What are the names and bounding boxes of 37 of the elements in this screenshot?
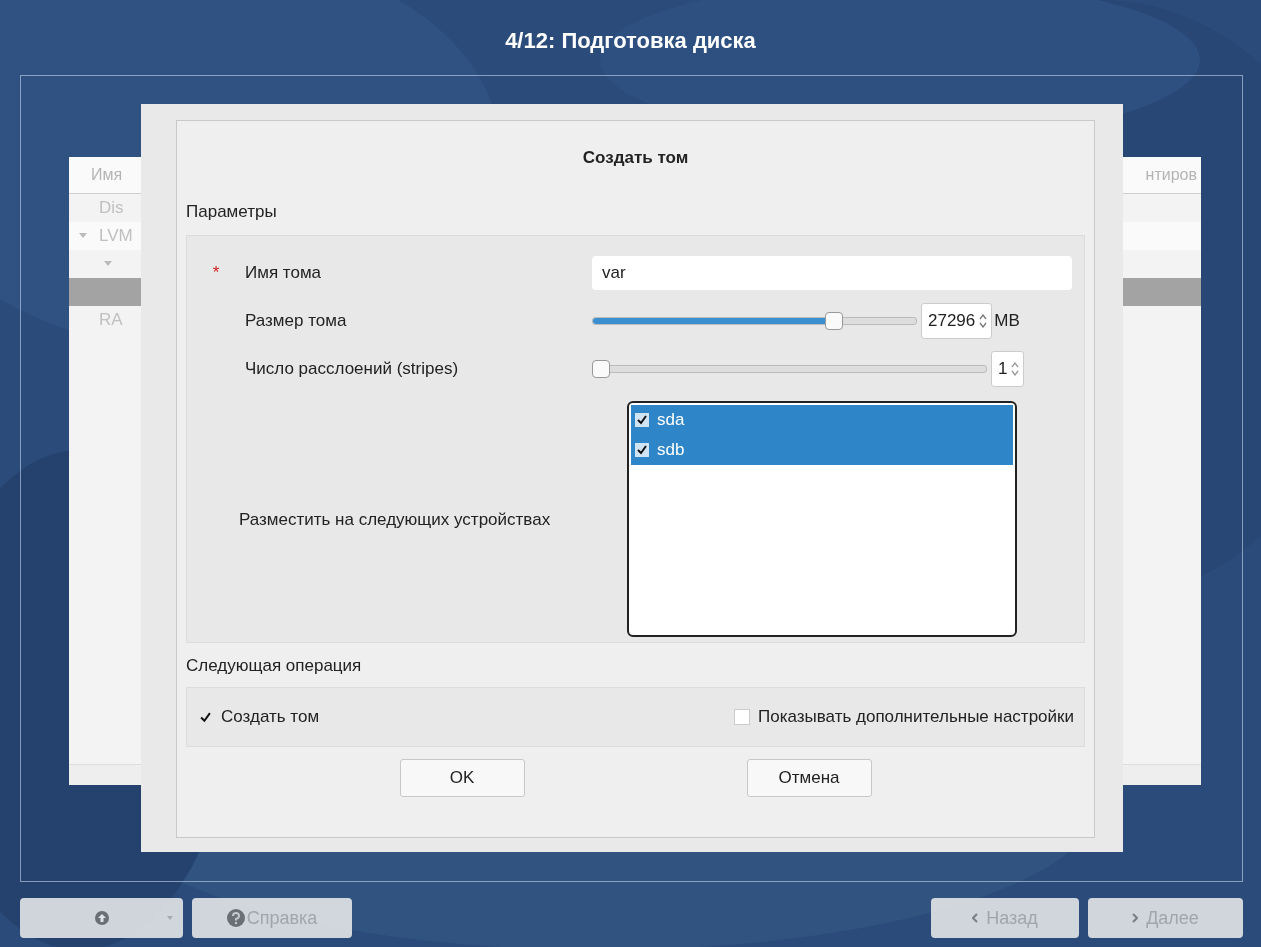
caret-icon — [167, 916, 173, 920]
checkbox-option[interactable]: Создать том — [197, 707, 320, 727]
help-icon — [226, 909, 245, 927]
spin-box[interactable]: 27296 — [921, 303, 993, 339]
input-field[interactable]: var — [592, 256, 1072, 290]
dialog-button[interactable]: OK — [399, 759, 525, 797]
checkbox[interactable] — [733, 709, 750, 725]
checkbox[interactable] — [635, 413, 649, 427]
device-list[interactable]: sda sdb — [627, 401, 1017, 637]
expand-arrow-icon[interactable] — [104, 261, 112, 267]
expand-arrow-icon[interactable] — [79, 233, 87, 239]
unit-label: MB — [994, 311, 1020, 331]
list-item[interactable]: sdb — [631, 435, 1013, 465]
checkbox[interactable] — [635, 443, 649, 457]
field-label: Имя тома — [245, 263, 323, 283]
up-arrow-icon — [94, 911, 109, 925]
chevron-right-icon — [1132, 913, 1139, 923]
table-cell: LVM — [99, 226, 133, 246]
column-header: нтиров — [1144, 166, 1198, 184]
checkbox-option[interactable]: Показывать дополнительные настройки — [733, 707, 1074, 727]
spin-box[interactable]: 1 — [991, 351, 1025, 387]
field-label: Число расслоений (stripes) — [245, 359, 460, 379]
chevron-left-icon — [972, 913, 979, 923]
slider-thumb[interactable] — [592, 360, 610, 378]
dialog-button[interactable]: Отмена — [746, 759, 872, 797]
list-item[interactable]: sda — [631, 405, 1013, 435]
field-label: Размер тома — [245, 311, 348, 331]
required-mark: * — [211, 263, 221, 283]
section-heading: Следующая операция — [186, 655, 363, 677]
dialog-title: Создать том — [581, 147, 690, 169]
section-heading: Параметры — [186, 201, 278, 223]
slider-track[interactable] — [592, 312, 917, 330]
field-label: Разместить на следующих устройствах — [238, 510, 552, 530]
page-title: 4/12: Подготовка диска — [505, 27, 756, 55]
slider-thumb[interactable] — [825, 312, 844, 330]
slider-track[interactable] — [592, 360, 987, 378]
column-header: Имя — [90, 166, 123, 184]
